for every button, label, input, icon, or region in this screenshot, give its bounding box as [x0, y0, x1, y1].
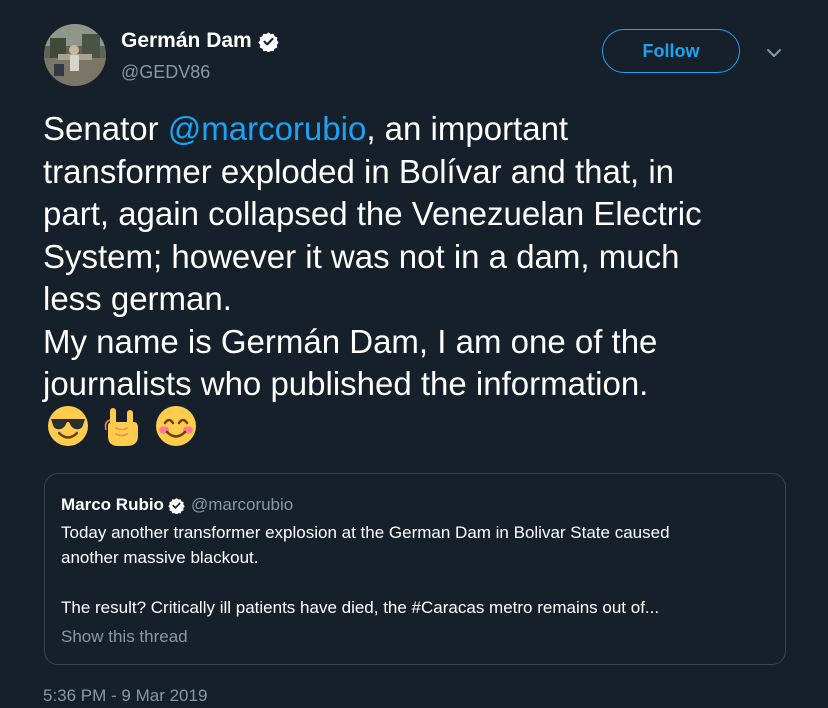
verified-badge-icon	[168, 497, 185, 514]
tweet-line: transformer exploded in Bolívar and that…	[43, 152, 675, 190]
tweet-text-segment: , an important	[366, 110, 569, 147]
author-avatar[interactable]	[44, 24, 106, 86]
tweet-text-segment: Senator	[43, 110, 168, 147]
quoted-author-handle[interactable]: @marcorubio	[191, 494, 293, 516]
author-name-text[interactable]: Germán Dam	[121, 28, 252, 54]
quoted-text: Today another transformer explosion at t…	[61, 520, 670, 620]
quoted-author-name[interactable]: Marco Rubio	[61, 494, 164, 516]
tweet-text: Senator @marcorubio, an important transf…	[43, 108, 803, 406]
mention-link[interactable]: @marcorubio	[168, 110, 367, 147]
tweet-line: My name is Germán Dam, I am one of the	[43, 322, 658, 360]
tweet-line: less german.	[43, 280, 232, 317]
quoted-header: Marco Rubio @marcorubio	[61, 494, 293, 516]
quoted-line	[61, 570, 670, 595]
quoted-line: The result? Critically ill patients have…	[61, 598, 660, 617]
smiling-face-with-sunglasses-icon	[48, 406, 88, 446]
quoted-line: another massive blackout.	[61, 548, 259, 567]
tweet-timestamp[interactable]: 5:36 PM - 9 Mar 2019	[43, 685, 207, 707]
author-name[interactable]: Germán Dam	[121, 28, 279, 54]
quoted-line: Today another transformer explosion at t…	[61, 523, 670, 542]
emoji-row	[46, 404, 198, 448]
tweet-line: Senator @marcorubio, an important	[43, 108, 803, 151]
follow-button[interactable]: Follow	[602, 29, 740, 73]
sign-of-the-horns-icon	[104, 408, 138, 446]
tweet-card: Germán Dam @GEDV86 Follow Senator @marco…	[0, 0, 828, 708]
chevron-down-icon[interactable]	[764, 43, 784, 63]
author-handle[interactable]: @GEDV86	[121, 61, 210, 83]
smiling-face-with-smiling-eyes-icon	[156, 406, 196, 446]
tweet-line: part, again collapsed the Venezuelan Ele…	[43, 195, 702, 232]
tweet-line: System; however it was not in a dam, muc…	[43, 237, 680, 275]
show-thread-link[interactable]: Show this thread	[61, 626, 188, 648]
verified-badge-icon	[258, 31, 279, 52]
tweet-line: journalists who published the informatio…	[43, 365, 649, 402]
quoted-tweet[interactable]: Marco Rubio @marcorubio Today another tr…	[44, 473, 786, 665]
